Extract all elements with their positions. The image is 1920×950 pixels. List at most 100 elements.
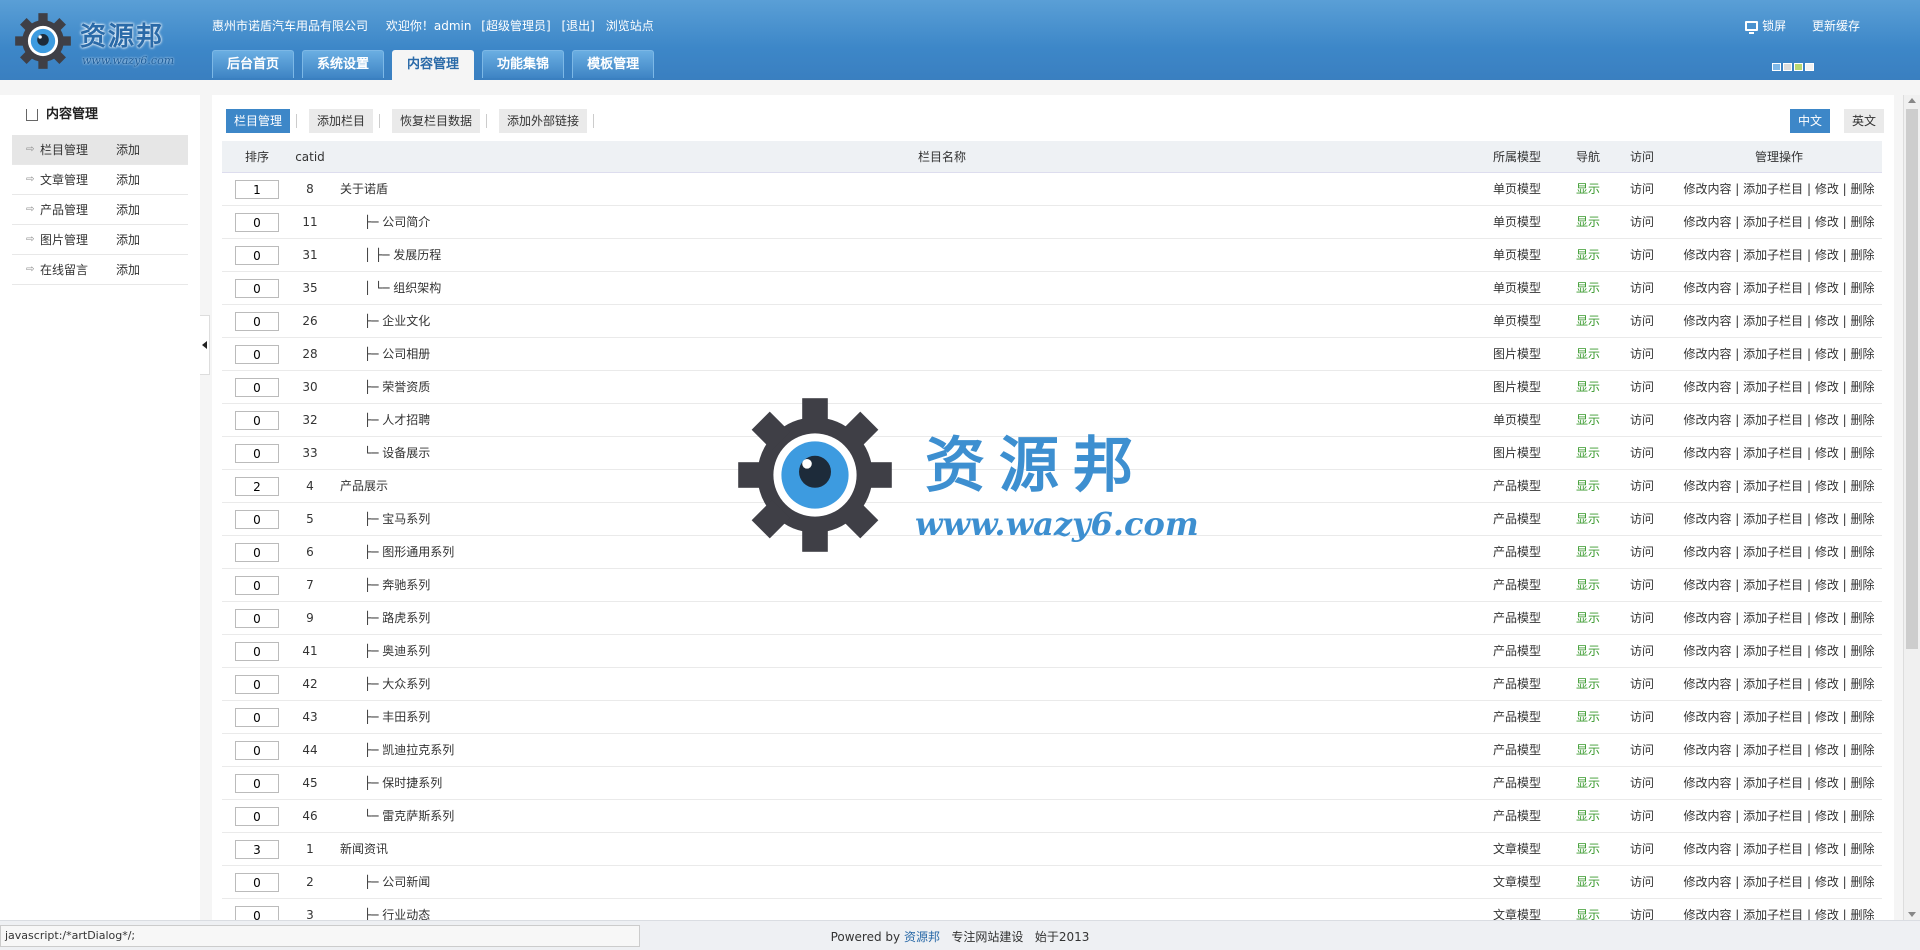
- nav-show-link[interactable]: 显示: [1568, 899, 1608, 920]
- lock-screen-button[interactable]: 锁屏: [1745, 19, 1786, 34]
- ops-links[interactable]: 修改内容 | 添加子栏目 | 修改 | 删除: [1676, 602, 1882, 635]
- visit-link[interactable]: 访问: [1620, 305, 1664, 338]
- vertical-scrollbar[interactable]: [1903, 95, 1920, 920]
- tab-features[interactable]: 功能集锦: [482, 50, 565, 78]
- sort-input[interactable]: [235, 774, 279, 793]
- visit-link[interactable]: 访问: [1620, 536, 1664, 569]
- sort-input[interactable]: [235, 444, 279, 463]
- visit-link[interactable]: 访问: [1620, 173, 1664, 206]
- nav-show-link[interactable]: 显示: [1568, 239, 1608, 272]
- visit-link[interactable]: 访问: [1620, 635, 1664, 668]
- add-category-button[interactable]: 添加栏目: [309, 109, 374, 133]
- visit-link[interactable]: 访问: [1620, 767, 1664, 800]
- visit-link[interactable]: 访问: [1620, 503, 1664, 536]
- sort-input[interactable]: [235, 543, 279, 562]
- sidebar-item-products[interactable]: ⇨ 产品管理 添加: [12, 195, 188, 225]
- nav-show-link[interactable]: 显示: [1568, 305, 1608, 338]
- sidebar-item-label[interactable]: 图片管理: [40, 225, 88, 255]
- visit-link[interactable]: 访问: [1620, 437, 1664, 470]
- sort-input[interactable]: [235, 345, 279, 364]
- visit-link[interactable]: 访问: [1620, 371, 1664, 404]
- footer-brand-link[interactable]: 资源邦: [904, 930, 940, 944]
- visit-link[interactable]: 访问: [1620, 569, 1664, 602]
- ops-links[interactable]: 修改内容 | 添加子栏目 | 修改 | 删除: [1676, 734, 1882, 767]
- visit-link[interactable]: 访问: [1620, 338, 1664, 371]
- ops-links[interactable]: 修改内容 | 添加子栏目 | 修改 | 删除: [1676, 503, 1882, 536]
- visit-link[interactable]: 访问: [1620, 833, 1664, 866]
- visit-link[interactable]: 访问: [1620, 899, 1664, 920]
- ops-links[interactable]: 修改内容 | 添加子栏目 | 修改 | 删除: [1676, 173, 1882, 206]
- ops-links[interactable]: 修改内容 | 添加子栏目 | 修改 | 删除: [1676, 305, 1882, 338]
- nav-show-link[interactable]: 显示: [1568, 866, 1608, 899]
- visit-link[interactable]: 访问: [1620, 602, 1664, 635]
- nav-show-link[interactable]: 显示: [1568, 800, 1608, 833]
- ops-links[interactable]: 修改内容 | 添加子栏目 | 修改 | 删除: [1676, 800, 1882, 833]
- ops-links[interactable]: 修改内容 | 添加子栏目 | 修改 | 删除: [1676, 833, 1882, 866]
- tab-templates[interactable]: 模板管理: [572, 50, 655, 78]
- scrollbar-thumb[interactable]: [1906, 109, 1918, 649]
- sidebar-item-label[interactable]: 在线留言: [40, 255, 88, 285]
- visit-link[interactable]: 访问: [1620, 404, 1664, 437]
- add-external-link-button[interactable]: 添加外部链接: [499, 109, 588, 133]
- nav-show-link[interactable]: 显示: [1568, 371, 1608, 404]
- sidebar-add-link[interactable]: 添加: [116, 255, 140, 285]
- sort-input[interactable]: [235, 609, 279, 628]
- skin-blue-button[interactable]: [1772, 63, 1781, 71]
- nav-show-link[interactable]: 显示: [1568, 701, 1608, 734]
- nav-show-link[interactable]: 显示: [1568, 272, 1608, 305]
- sort-input[interactable]: [235, 576, 279, 595]
- visit-link[interactable]: 访问: [1620, 668, 1664, 701]
- sidebar-item-messages[interactable]: ⇨ 在线留言 添加: [12, 255, 188, 285]
- ops-links[interactable]: 修改内容 | 添加子栏目 | 修改 | 删除: [1676, 668, 1882, 701]
- lang-cn-button[interactable]: 中文: [1789, 109, 1830, 133]
- sidebar-item-label[interactable]: 栏目管理: [40, 135, 88, 165]
- nav-show-link[interactable]: 显示: [1568, 668, 1608, 701]
- ops-links[interactable]: 修改内容 | 添加子栏目 | 修改 | 删除: [1676, 206, 1882, 239]
- visit-link[interactable]: 访问: [1620, 470, 1664, 503]
- scroll-down-icon[interactable]: [1908, 912, 1916, 917]
- sort-input[interactable]: [235, 312, 279, 331]
- visit-link[interactable]: 访问: [1620, 800, 1664, 833]
- nav-show-link[interactable]: 显示: [1568, 536, 1608, 569]
- sort-input[interactable]: [235, 510, 279, 529]
- sidebar-add-link[interactable]: 添加: [116, 195, 140, 225]
- nav-show-link[interactable]: 显示: [1568, 470, 1608, 503]
- sidebar-add-link[interactable]: 添加: [116, 165, 140, 195]
- nav-show-link[interactable]: 显示: [1568, 767, 1608, 800]
- ops-links[interactable]: 修改内容 | 添加子栏目 | 修改 | 删除: [1676, 701, 1882, 734]
- visit-link[interactable]: 访问: [1620, 272, 1664, 305]
- sort-input[interactable]: [235, 840, 279, 859]
- nav-show-link[interactable]: 显示: [1568, 833, 1608, 866]
- sidebar-item-label[interactable]: 产品管理: [40, 195, 88, 225]
- sort-input[interactable]: [235, 279, 279, 298]
- logo[interactable]: 资源邦 www.wazy6.com: [14, 10, 184, 70]
- ops-links[interactable]: 修改内容 | 添加子栏目 | 修改 | 删除: [1676, 635, 1882, 668]
- sort-input[interactable]: [235, 807, 279, 826]
- nav-show-link[interactable]: 显示: [1568, 635, 1608, 668]
- logout-link[interactable]: [退出]: [561, 19, 594, 33]
- sort-input[interactable]: [235, 642, 279, 661]
- sidebar-add-link[interactable]: 添加: [116, 135, 140, 165]
- sidebar-add-link[interactable]: 添加: [116, 225, 140, 255]
- visit-link[interactable]: 访问: [1620, 239, 1664, 272]
- sort-input[interactable]: [235, 741, 279, 760]
- sort-input[interactable]: [235, 246, 279, 265]
- sort-input[interactable]: [235, 180, 279, 199]
- visit-link[interactable]: 访问: [1620, 866, 1664, 899]
- sort-input[interactable]: [235, 906, 279, 920]
- ops-links[interactable]: 修改内容 | 添加子栏目 | 修改 | 删除: [1676, 536, 1882, 569]
- sidebar-item-label[interactable]: 文章管理: [40, 165, 88, 195]
- nav-show-link[interactable]: 显示: [1568, 206, 1608, 239]
- sort-input[interactable]: [235, 675, 279, 694]
- nav-show-link[interactable]: 显示: [1568, 404, 1608, 437]
- nav-show-link[interactable]: 显示: [1568, 602, 1608, 635]
- sort-input[interactable]: [235, 213, 279, 232]
- browse-site-link[interactable]: 浏览站点: [606, 19, 654, 33]
- skin-green-button[interactable]: [1794, 63, 1803, 71]
- role-link[interactable]: [超级管理员]: [481, 19, 550, 33]
- tab-home[interactable]: 后台首页: [212, 50, 295, 78]
- ops-links[interactable]: 修改内容 | 添加子栏目 | 修改 | 删除: [1676, 404, 1882, 437]
- sidebar-item-articles[interactable]: ⇨ 文章管理 添加: [12, 165, 188, 195]
- ops-links[interactable]: 修改内容 | 添加子栏目 | 修改 | 删除: [1676, 371, 1882, 404]
- ops-links[interactable]: 修改内容 | 添加子栏目 | 修改 | 删除: [1676, 272, 1882, 305]
